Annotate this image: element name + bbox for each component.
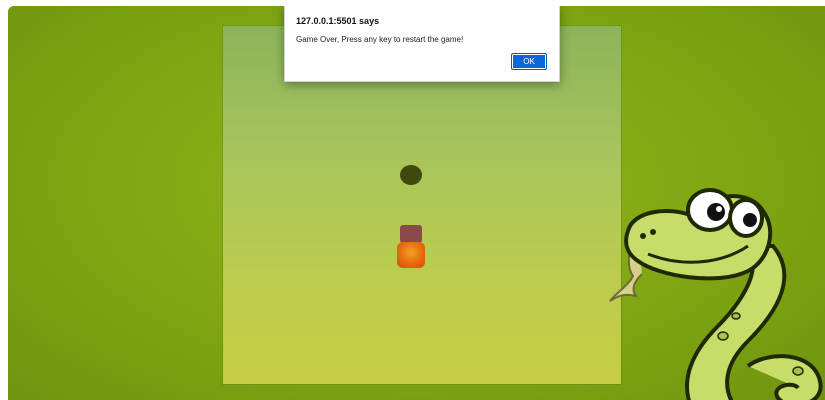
dialog-message: Game Over, Press any key to restart the … — [296, 35, 464, 44]
snake-head — [397, 242, 425, 268]
food-dot — [400, 165, 422, 185]
ok-button[interactable]: OK — [511, 53, 547, 70]
snake-body-segment — [400, 225, 422, 243]
dialog-title: 127.0.0.1:5501 says — [296, 16, 380, 26]
alert-dialog: 127.0.0.1:5501 says Game Over, Press any… — [284, 6, 560, 82]
snake-mascot-illustration — [609, 188, 823, 400]
page-background: 127.0.0.1:5501 says Game Over, Press any… — [8, 6, 825, 400]
